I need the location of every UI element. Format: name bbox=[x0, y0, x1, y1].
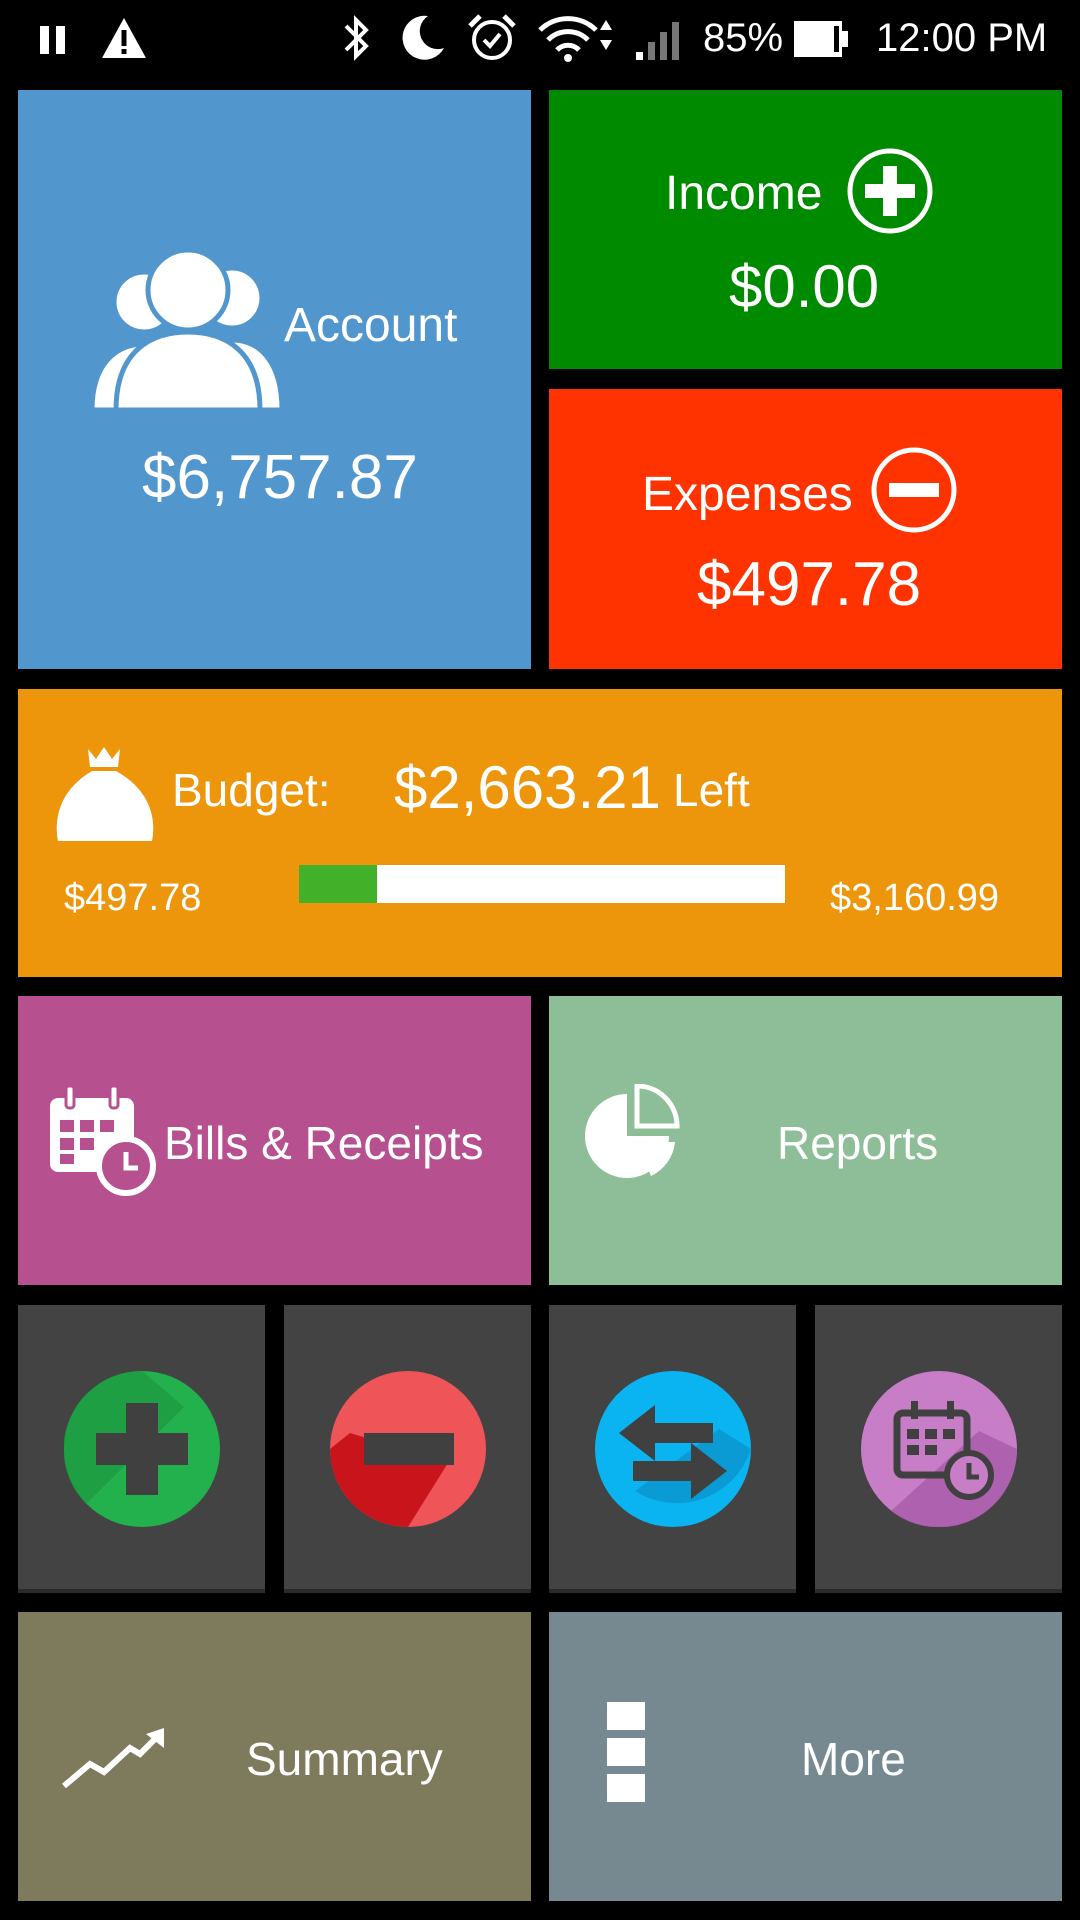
account-label: Account bbox=[284, 299, 458, 352]
battery-percent: 85% bbox=[703, 16, 784, 60]
summary-label: Summary bbox=[246, 1733, 443, 1785]
more-tile[interactable]: More bbox=[549, 1612, 1062, 1901]
budget-spent: $497.78 bbox=[64, 877, 202, 919]
moon-icon bbox=[402, 15, 444, 60]
battery-icon bbox=[794, 21, 848, 57]
account-tile[interactable]: Account $6,757.87 bbox=[18, 90, 531, 669]
transfer-icon bbox=[595, 1371, 751, 1527]
pie-chart-icon bbox=[585, 1084, 680, 1178]
quick-transfer-button[interactable] bbox=[549, 1305, 796, 1593]
add-expense-icon bbox=[330, 1371, 486, 1527]
people-icon bbox=[89, 247, 285, 410]
clock: 12:00 PM bbox=[876, 16, 1048, 60]
income-label: Income bbox=[665, 167, 823, 220]
minus-circle-icon bbox=[871, 447, 957, 533]
budget-progress-fill bbox=[299, 865, 377, 903]
bluetooth-icon bbox=[344, 15, 369, 61]
alarm-icon bbox=[468, 14, 516, 60]
budget-total: $3,160.99 bbox=[830, 877, 1000, 919]
schedule-bill-icon bbox=[861, 1371, 1017, 1527]
money-bag-icon bbox=[56, 747, 154, 841]
warning-icon bbox=[102, 18, 146, 58]
quick-add-expense-button[interactable] bbox=[284, 1305, 531, 1593]
budget-left-amount: $2,663.21 bbox=[394, 754, 661, 821]
expenses-label: Expenses bbox=[642, 468, 853, 521]
budget-tile[interactable]: Budget: $2,663.21 Left $497.78 $3,160.99 bbox=[18, 689, 1062, 977]
bills-label: Bills & Receipts bbox=[164, 1117, 484, 1169]
menu-blocks-icon bbox=[607, 1702, 645, 1802]
calendar-clock-icon bbox=[50, 1084, 156, 1196]
signal-icon bbox=[636, 22, 679, 60]
quick-schedule-bill-button[interactable] bbox=[815, 1305, 1062, 1593]
budget-progress-bar bbox=[299, 865, 785, 903]
budget-label: Budget: bbox=[172, 764, 331, 816]
expenses-amount: $497.78 bbox=[697, 550, 922, 619]
income-tile[interactable]: Income $0.00 bbox=[549, 90, 1062, 369]
plus-circle-icon bbox=[847, 148, 933, 234]
income-amount: $0.00 bbox=[729, 253, 880, 320]
budget-left-label: Left bbox=[673, 764, 750, 816]
wifi-icon bbox=[538, 16, 612, 62]
reports-label: Reports bbox=[777, 1117, 939, 1169]
more-label: More bbox=[801, 1733, 906, 1785]
pause-icon bbox=[40, 26, 65, 54]
status-bar: 85% 12:00 PM bbox=[0, 0, 1080, 80]
bills-receipts-tile[interactable]: Bills & Receipts bbox=[18, 996, 531, 1285]
summary-tile[interactable]: Summary bbox=[18, 1612, 531, 1901]
quick-add-income-button[interactable] bbox=[18, 1305, 265, 1593]
account-amount: $6,757.87 bbox=[142, 443, 418, 512]
reports-tile[interactable]: Reports bbox=[549, 996, 1062, 1285]
add-income-icon bbox=[64, 1371, 220, 1527]
expenses-tile[interactable]: Expenses $497.78 bbox=[549, 389, 1062, 669]
trend-up-icon bbox=[62, 1728, 164, 1789]
